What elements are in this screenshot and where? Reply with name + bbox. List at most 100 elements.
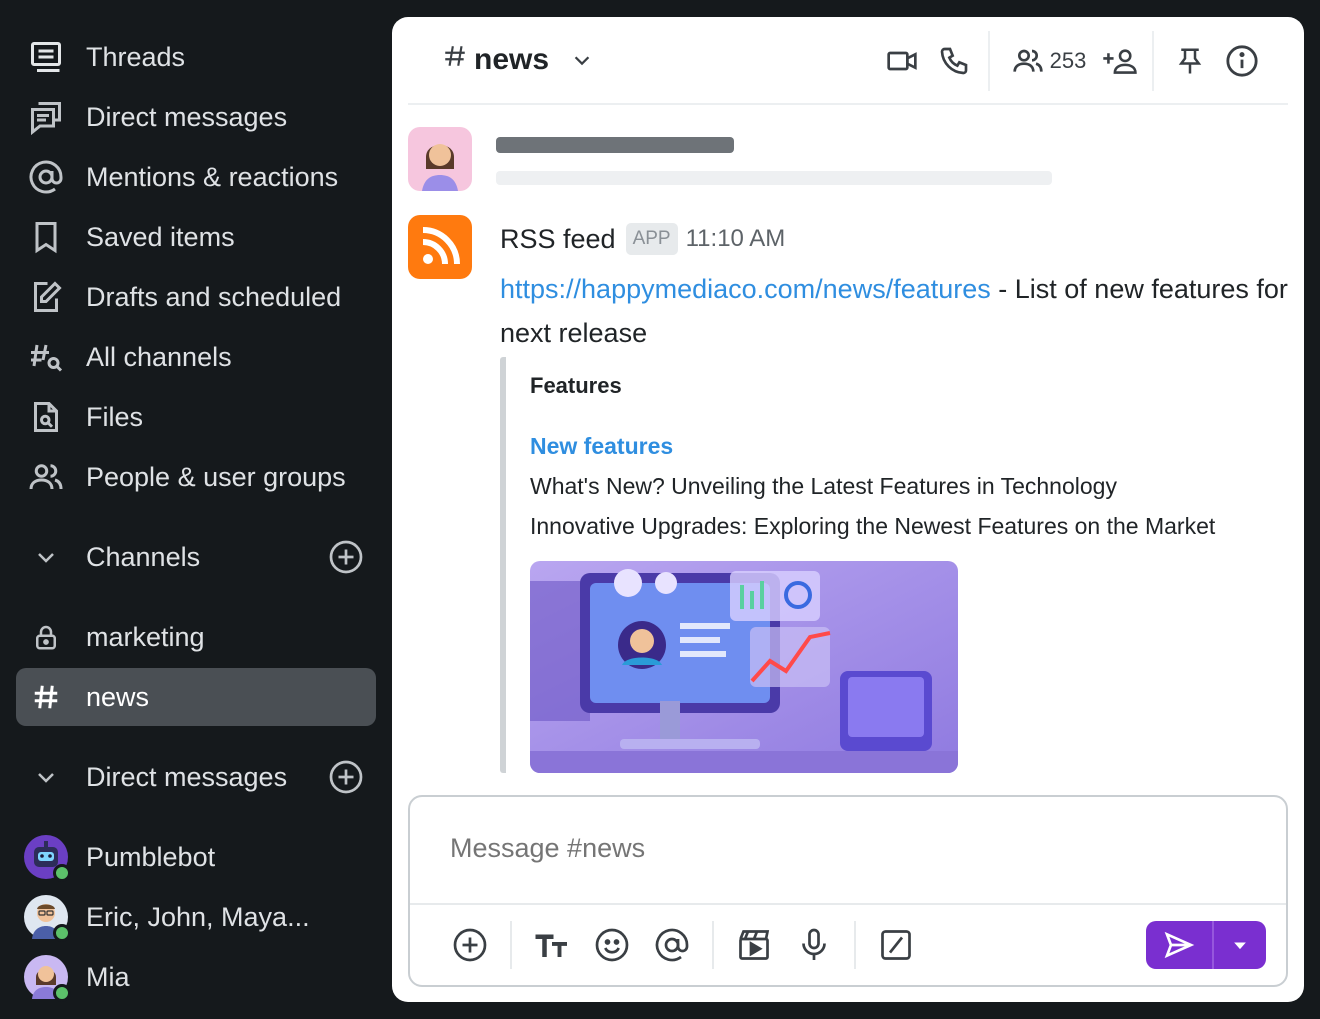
message-timestamp[interactable]: 11:10 AM: [686, 225, 786, 253]
member-count: 253: [1049, 48, 1087, 73]
chevron-down-icon: [26, 537, 66, 577]
sidebar-item-label: Direct messages: [86, 101, 288, 132]
rss-avatar[interactable]: [408, 215, 472, 279]
sidebar-item-direct-messages[interactable]: Direct messages: [16, 88, 376, 146]
send-options-button[interactable]: [1214, 921, 1266, 969]
sidebar-item-drafts[interactable]: Drafts and scheduled: [16, 268, 376, 326]
plus-circle-icon: [453, 928, 487, 962]
voice-message-button[interactable]: [794, 925, 834, 965]
toolbar-divider: [712, 921, 714, 969]
send-button-group: [1146, 921, 1266, 969]
smiley-icon: [595, 928, 629, 962]
hash-icon: [442, 43, 468, 77]
at-icon: [26, 157, 66, 197]
rss-icon: [422, 227, 460, 265]
sidebar-item-saved[interactable]: Saved items: [16, 208, 376, 266]
channel-info-button[interactable]: [1222, 41, 1262, 81]
chevron-down-icon: [571, 49, 593, 71]
pinned-button[interactable]: [1170, 41, 1210, 81]
channel-search-icon: [26, 337, 66, 377]
microphone-icon: [802, 928, 826, 960]
channels-section-toggle[interactable]: Channels: [16, 528, 376, 586]
emoji-button[interactable]: [592, 925, 632, 965]
formatting-button[interactable]: [532, 925, 572, 965]
loading-placeholder: [496, 171, 1052, 185]
slash-command-button[interactable]: [876, 925, 916, 965]
channels-section-label: Channels: [86, 541, 201, 572]
sidebar-item-all-channels[interactable]: All channels: [16, 328, 376, 386]
sidebar-item-label: People & user groups: [86, 461, 346, 492]
at-icon: [655, 928, 689, 962]
sidebar-dm-label: Pumblebot: [86, 841, 216, 872]
add-channel-button[interactable]: [328, 539, 364, 575]
phone-icon: [940, 47, 968, 75]
channel-name: news: [474, 43, 550, 76]
draft-edit-icon: [26, 277, 66, 317]
avatar: [408, 127, 472, 191]
message-input[interactable]: [450, 833, 1230, 864]
video-call-button[interactable]: [882, 41, 922, 81]
preview-image[interactable]: [530, 561, 958, 773]
preview-title: Features: [530, 373, 622, 398]
sidebar-item-threads[interactable]: Threads: [16, 28, 376, 86]
sidebar-channel-label: marketing: [86, 621, 205, 652]
video-clip-button[interactable]: [734, 925, 774, 965]
preview-line: What's New? Unveiling the Latest Feature…: [530, 473, 1117, 499]
video-camera-icon: [887, 51, 917, 71]
bookmark-icon: [26, 217, 66, 257]
threads-icon: [26, 37, 66, 77]
message-author[interactable]: RSS feed: [500, 224, 616, 255]
person-avatar-icon: [422, 144, 458, 191]
header-divider: [988, 31, 990, 91]
dm-section-toggle[interactable]: Direct messages: [16, 748, 376, 806]
direct-messages-icon: [26, 97, 66, 137]
link-preview: Features New features What's New? Unveil…: [500, 357, 1280, 773]
send-button[interactable]: [1146, 921, 1212, 969]
plus-circle-icon: [329, 540, 363, 574]
sidebar-channel-marketing[interactable]: marketing: [16, 608, 376, 666]
voice-call-button[interactable]: [934, 41, 974, 81]
composer-divider: [410, 903, 1286, 905]
add-dm-button[interactable]: [328, 759, 364, 795]
people-icon: [1012, 49, 1043, 72]
sidebar-item-label: Saved items: [86, 221, 235, 252]
chevron-down-icon: [26, 757, 66, 797]
pin-icon: [1178, 48, 1202, 74]
sidebar-item-label: Drafts and scheduled: [86, 281, 342, 312]
sidebar-dm-label: Mia: [86, 961, 130, 992]
sidebar-item-label: All channels: [86, 341, 232, 372]
sidebar-channel-news[interactable]: news: [16, 668, 376, 726]
online-status-dot: [53, 984, 71, 1002]
sidebar-dm-group[interactable]: Eric, John, Maya...: [16, 888, 376, 946]
add-member-button[interactable]: [1100, 41, 1140, 81]
sidebar-channel-label: news: [86, 681, 150, 712]
attach-button[interactable]: [450, 925, 490, 965]
info-icon: [1226, 45, 1258, 77]
members-button[interactable]: 253: [1006, 41, 1092, 81]
message-link[interactable]: https://happymediaco.com/news/features: [500, 274, 991, 304]
add-person-icon: [1103, 49, 1137, 74]
mention-button[interactable]: [652, 925, 692, 965]
sidebar-item-files[interactable]: Files: [16, 388, 376, 446]
sidebar-item-people[interactable]: People & user groups: [16, 448, 376, 506]
avatar: [24, 835, 71, 882]
channel-title-button[interactable]: news: [442, 43, 593, 77]
sidebar-item-mentions[interactable]: Mentions & reactions: [16, 148, 376, 206]
text-format-icon: [535, 934, 567, 957]
preview-line: Innovative Upgrades: Exploring the Newes…: [530, 513, 1216, 539]
avatar: [24, 895, 71, 942]
avatar: [24, 955, 71, 1002]
toolbar-divider: [854, 921, 856, 969]
hash-icon: [26, 677, 66, 717]
toolbar-divider: [510, 921, 512, 969]
plus-circle-icon: [329, 760, 363, 794]
file-search-icon: [26, 397, 66, 437]
online-status-dot: [53, 864, 71, 882]
message-composer: [408, 795, 1288, 987]
sidebar-dm-pumblebot[interactable]: Pumblebot: [16, 828, 376, 886]
preview-link[interactable]: New features: [530, 433, 673, 460]
lock-icon: [26, 617, 66, 657]
sidebar-dm-mia[interactable]: Mia: [16, 948, 376, 1006]
sidebar-dm-label: Eric, John, Maya...: [86, 901, 310, 932]
channel-panel: news 253 RSS feed APP 11:10 AM https://h…: [392, 17, 1304, 1002]
